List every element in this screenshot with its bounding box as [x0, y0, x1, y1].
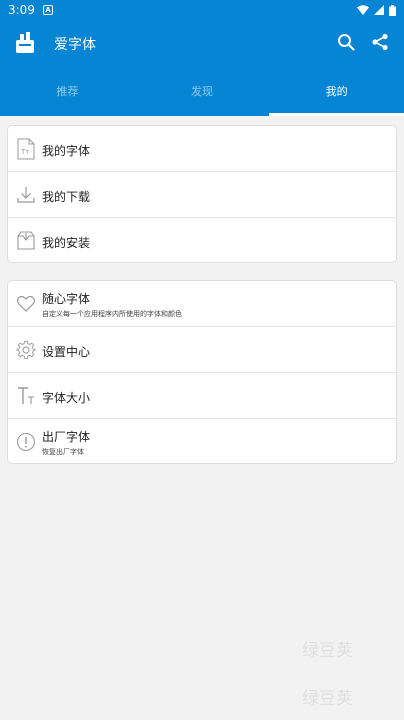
- text-size-icon: [18, 387, 34, 404]
- settings-section-card: 随心字体 自定义每一个应用程序内所使用的字体和颜色 设置中心 字体大小 出厂字体…: [7, 280, 397, 464]
- menu-item-my-installs[interactable]: 我的安装: [8, 218, 396, 262]
- status-bar: 3:09 A: [0, 0, 404, 20]
- download-icon: [17, 187, 35, 203]
- tab-mine[interactable]: 我的: [269, 66, 404, 116]
- status-time: 3:09: [8, 3, 35, 17]
- gear-icon: [16, 340, 36, 359]
- svg-text:Tт: Tт: [20, 148, 29, 156]
- watermark-text: 绿豆荚: [302, 641, 353, 661]
- menu-item-my-fonts[interactable]: Tт 我的字体: [8, 126, 396, 172]
- tab-bar: 推荐 发现 我的: [0, 66, 404, 116]
- menu-item-settings[interactable]: 设置中心: [8, 327, 396, 373]
- alert-icon: [16, 432, 36, 452]
- app-bar: 爱字体: [0, 20, 404, 66]
- tab-discover[interactable]: 发现: [135, 66, 270, 116]
- status-icons: [357, 4, 396, 16]
- watermark-text: 绿豆荚: [302, 689, 353, 709]
- menu-item-font-size[interactable]: 字体大小: [8, 373, 396, 419]
- share-button[interactable]: [370, 32, 390, 52]
- battery-icon: [389, 4, 396, 16]
- menu-item-factory-font[interactable]: 出厂字体 恢复出厂字体: [8, 419, 396, 463]
- notification-icon: A: [42, 5, 53, 15]
- search-button[interactable]: [336, 32, 356, 52]
- install-box-icon: [17, 231, 35, 250]
- search-icon: [338, 34, 355, 51]
- font-file-icon: Tт: [17, 138, 35, 160]
- signal-icon: [374, 5, 384, 15]
- tab-recommend[interactable]: 推荐: [0, 66, 135, 116]
- wifi-icon: [357, 5, 369, 15]
- my-section-card: Tт 我的字体 我的下载 我的安装: [7, 125, 397, 263]
- heart-icon: [16, 295, 36, 312]
- app-title: 爱字体: [54, 37, 96, 53]
- menu-item-my-downloads[interactable]: 我的下载: [8, 172, 396, 218]
- app-logo-icon: [16, 32, 34, 53]
- share-icon: [372, 33, 388, 51]
- menu-item-custom-fonts[interactable]: 随心字体 自定义每一个应用程序内所使用的字体和颜色: [8, 281, 396, 327]
